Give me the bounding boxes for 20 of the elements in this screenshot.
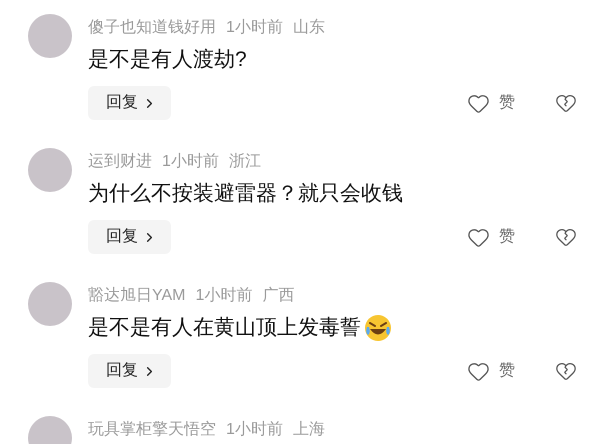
comment-text: 为什么不按装避雷器？就只会收钱 <box>88 181 403 208</box>
comment-time: 1小时前 <box>195 286 252 306</box>
comment-text: 是不是有人渡劫? <box>88 47 247 74</box>
broken-heart-icon[interactable] <box>555 360 577 382</box>
reply-button[interactable]: 回复 <box>88 220 171 254</box>
comment-location: 浙江 <box>228 152 261 172</box>
comment-time: 1小时前 <box>226 420 283 440</box>
comment-text: 是不是有人在黄山顶上发毒誓 <box>88 315 361 342</box>
broken-heart-icon[interactable] <box>555 92 577 114</box>
like-label[interactable]: 赞 <box>499 225 515 249</box>
broken-heart-icon[interactable] <box>555 226 577 248</box>
reply-button[interactable]: 回复 <box>88 86 171 120</box>
comment-location: 山东 <box>292 18 325 38</box>
like-label[interactable]: 赞 <box>499 91 515 115</box>
reply-button[interactable]: 回复 <box>88 354 171 388</box>
comment-time: 1小时前 <box>162 152 219 172</box>
comment-location: 上海 <box>292 420 325 440</box>
comment-time: 1小时前 <box>226 18 283 38</box>
like-label[interactable]: 赞 <box>499 359 515 383</box>
comment-location: 广西 <box>262 286 294 306</box>
